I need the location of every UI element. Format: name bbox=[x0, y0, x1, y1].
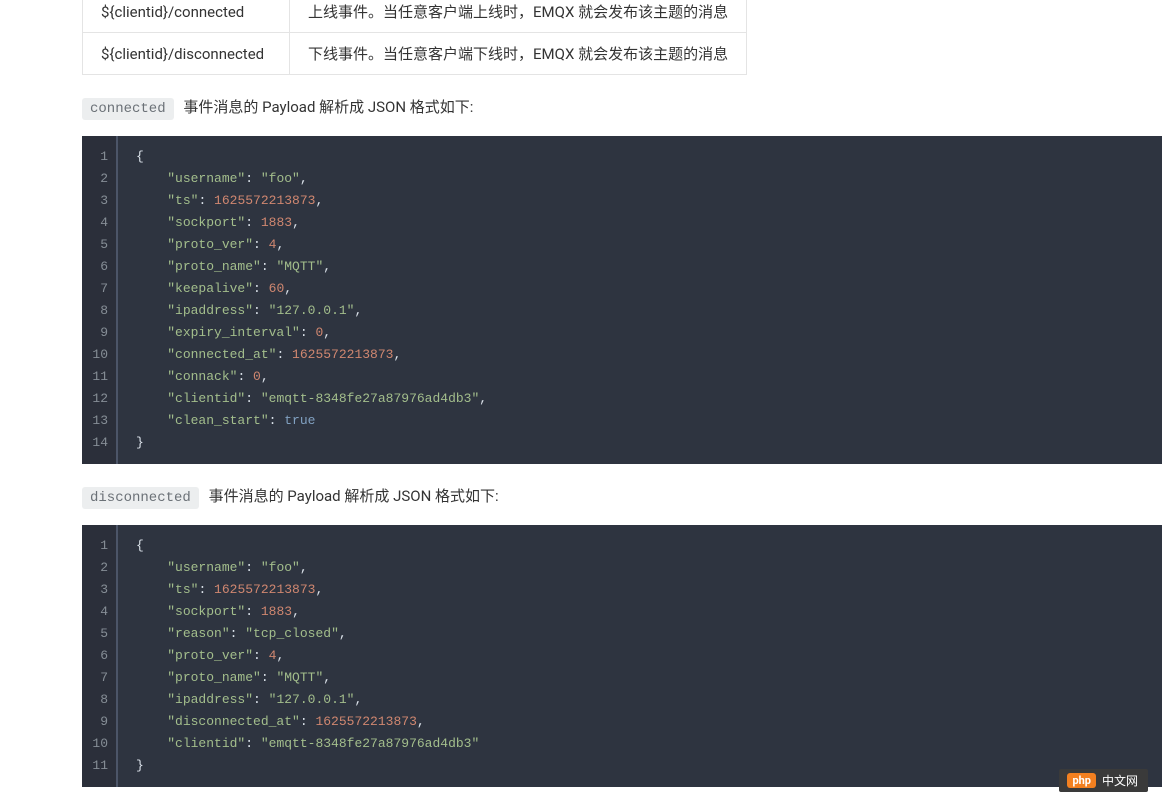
inline-code: disconnected bbox=[82, 487, 199, 509]
desc-cell: 上线事件。当任意客户端上线时，EMQX 就会发布该主题的消息 bbox=[290, 0, 747, 33]
desc-cell: 下线事件。当任意客户端下线时，EMQX 就会发布该主题的消息 bbox=[290, 33, 747, 75]
disconnected-code-block: 1234567891011 { "username": "foo", "ts":… bbox=[82, 525, 1162, 787]
table-row: ${clientid}/connected 上线事件。当任意客户端上线时，EMQ… bbox=[83, 0, 747, 33]
watermark-text: 中文网 bbox=[1102, 772, 1138, 789]
inline-code: connected bbox=[82, 98, 174, 120]
topic-cell: ${clientid}/connected bbox=[83, 0, 290, 33]
code-content: { "username": "foo", "ts": 1625572213873… bbox=[118, 136, 487, 464]
topic-table: ${clientid}/connected 上线事件。当任意客户端上线时，EMQ… bbox=[82, 0, 747, 75]
line-gutter: 1234567891011121314 bbox=[82, 136, 118, 464]
connected-intro: connected 事件消息的 Payload 解析成 JSON 格式如下: bbox=[82, 95, 1162, 122]
php-logo: php bbox=[1067, 773, 1096, 788]
line-gutter: 1234567891011 bbox=[82, 525, 118, 787]
watermark: php 中文网 bbox=[1059, 769, 1148, 792]
topic-cell: ${clientid}/disconnected bbox=[83, 33, 290, 75]
table-row: ${clientid}/disconnected 下线事件。当任意客户端下线时，… bbox=[83, 33, 747, 75]
disconnected-intro: disconnected 事件消息的 Payload 解析成 JSON 格式如下… bbox=[82, 484, 1162, 511]
para-text: 事件消息的 Payload 解析成 JSON 格式如下: bbox=[209, 487, 499, 505]
connected-code-block: 1234567891011121314 { "username": "foo",… bbox=[82, 136, 1162, 464]
code-content: { "username": "foo", "ts": 1625572213873… bbox=[118, 525, 479, 787]
para-text: 事件消息的 Payload 解析成 JSON 格式如下: bbox=[183, 98, 473, 116]
